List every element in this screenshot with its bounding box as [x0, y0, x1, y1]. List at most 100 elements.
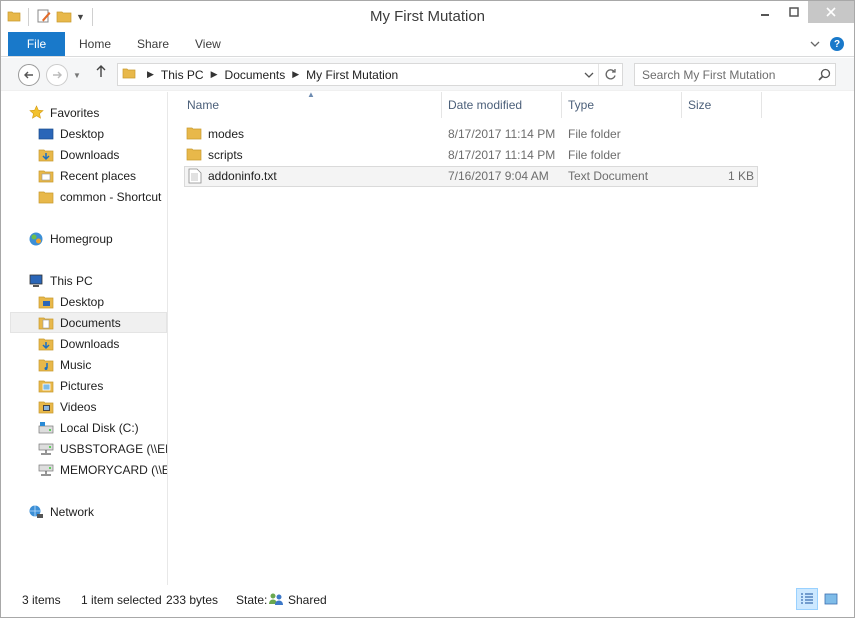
- breadcrumb-documents[interactable]: Documents: [225, 68, 286, 82]
- tab-share[interactable]: Share: [137, 37, 169, 51]
- nav-fav-recent-places[interactable]: Recent places: [10, 165, 167, 186]
- back-arrow-icon: [24, 71, 33, 79]
- tab-file[interactable]: File: [8, 32, 65, 56]
- nav-pc-downloads[interactable]: Downloads: [10, 333, 167, 354]
- status-state-value: Shared: [288, 593, 327, 607]
- address-history-dropdown[interactable]: [580, 64, 598, 85]
- status-selection-size: 233 bytes: [166, 593, 219, 607]
- nav-fav-common-shortcut[interactable]: common - Shortcut: [10, 186, 167, 207]
- minimize-button[interactable]: [750, 1, 779, 23]
- chevron-down-icon: [584, 72, 594, 78]
- breadcrumb: ▶ This PC ▶ Documents ▶ My First Mutatio…: [118, 64, 580, 85]
- column-divider[interactable]: [681, 92, 682, 118]
- large-icons-view-button[interactable]: [820, 588, 842, 610]
- expand-ribbon-icon[interactable]: [810, 37, 820, 51]
- network-drive-icon: [38, 462, 54, 478]
- up-button[interactable]: [95, 64, 107, 81]
- column-divider[interactable]: [761, 92, 762, 118]
- status-state-label: State:: [236, 593, 268, 607]
- videos-folder-icon: [38, 399, 54, 415]
- network-drive-icon: [38, 441, 54, 457]
- file-name: addoninfo.txt: [208, 169, 277, 183]
- address-bar[interactable]: ▶ This PC ▶ Documents ▶ My First Mutatio…: [117, 63, 623, 86]
- recent-places-icon: [38, 168, 54, 184]
- desktop-folder-icon: [38, 294, 54, 310]
- nav-item-label: common - Shortcut: [60, 189, 162, 204]
- nav-pc-local-disk[interactable]: Local Disk (C:): [10, 417, 167, 438]
- refresh-icon: [605, 69, 616, 80]
- maximize-button[interactable]: [779, 1, 808, 23]
- navigation-bar: ▼ ▶ This PC ▶ Documents ▶ My First Mutat…: [1, 58, 854, 91]
- nav-pc-videos[interactable]: Videos: [10, 396, 167, 417]
- nav-item-label: Local Disk (C:): [60, 420, 139, 435]
- column-divider[interactable]: [561, 92, 562, 118]
- nav-network[interactable]: Network: [10, 501, 167, 522]
- back-button[interactable]: [18, 64, 40, 86]
- nav-favorites-label: Favorites: [50, 105, 100, 120]
- nav-item-label: Documents: [60, 315, 121, 330]
- file-date: 8/17/2017 11:14 PM: [448, 148, 556, 162]
- ribbon: File Home Share View ?: [1, 32, 854, 57]
- text-file-icon: [188, 168, 202, 187]
- file-name: scripts: [208, 148, 243, 162]
- search-input[interactable]: [642, 67, 813, 82]
- file-list: ▲ Name Date modified Type Size modes 8/1…: [169, 90, 854, 585]
- desktop-icon: [38, 126, 54, 142]
- breadcrumb-current-folder[interactable]: My First Mutation: [306, 68, 398, 82]
- tab-home[interactable]: Home: [79, 37, 111, 51]
- column-header-name[interactable]: Name: [187, 98, 219, 112]
- folder-shortcut-icon: [38, 189, 54, 205]
- help-icon[interactable]: ?: [830, 37, 844, 51]
- nav-item-label: Downloads: [60, 147, 120, 162]
- nav-pc-desktop[interactable]: Desktop: [10, 291, 167, 312]
- recent-locations-icon[interactable]: ▼: [73, 71, 81, 80]
- view-switcher: [796, 588, 842, 610]
- chevron-right-icon[interactable]: ▶: [147, 69, 154, 80]
- nav-item-label: Desktop: [60, 294, 105, 309]
- chevron-right-icon[interactable]: ▶: [211, 69, 218, 80]
- forward-button[interactable]: [46, 64, 68, 86]
- status-item-count: 3 items: [22, 593, 61, 607]
- nav-item-label: Downloads: [60, 336, 120, 351]
- column-divider[interactable]: [441, 92, 442, 118]
- nav-fav-downloads[interactable]: Downloads: [10, 144, 167, 165]
- downloads-folder-icon: [38, 336, 54, 352]
- status-selection: 1 item selected: [81, 593, 162, 607]
- tab-view[interactable]: View: [195, 37, 221, 51]
- star-icon: [28, 105, 44, 121]
- search-box[interactable]: [634, 63, 836, 86]
- file-row-modes[interactable]: modes 8/17/2017 11:14 PM File folder: [184, 124, 758, 145]
- file-date: 8/17/2017 11:14 PM: [448, 127, 556, 141]
- nav-pc-pictures[interactable]: Pictures: [10, 375, 167, 396]
- network-icon: [28, 504, 44, 520]
- column-header-type[interactable]: Type: [568, 98, 594, 112]
- breadcrumb-this-pc[interactable]: This PC: [161, 68, 204, 82]
- details-view-icon: [801, 593, 813, 604]
- details-view-button[interactable]: [796, 588, 818, 610]
- window-controls: [750, 1, 854, 25]
- nav-pc-usbstorage[interactable]: USBSTORAGE (\\EPS: [10, 438, 167, 459]
- column-header-size[interactable]: Size: [688, 98, 711, 112]
- computer-icon: [28, 273, 44, 289]
- search-icon[interactable]: [813, 68, 835, 81]
- music-folder-icon: [38, 357, 54, 373]
- nav-this-pc[interactable]: This PC: [10, 270, 167, 291]
- nav-pc-memorycard[interactable]: MEMORYCARD (\\EI: [10, 459, 167, 480]
- nav-pc-music[interactable]: Music: [10, 354, 167, 375]
- column-header-date-modified[interactable]: Date modified: [448, 98, 522, 112]
- forward-arrow-icon: [53, 71, 62, 79]
- nav-favorites[interactable]: Favorites: [10, 102, 167, 123]
- file-type: File folder: [568, 148, 621, 162]
- nav-homegroup[interactable]: Homegroup: [10, 228, 167, 249]
- refresh-button[interactable]: [598, 64, 622, 85]
- nav-fav-desktop[interactable]: Desktop: [10, 123, 167, 144]
- folder-icon: [186, 147, 202, 165]
- file-row-scripts[interactable]: scripts 8/17/2017 11:14 PM File folder: [184, 145, 758, 166]
- close-button[interactable]: [808, 1, 854, 23]
- nav-network-label: Network: [50, 504, 95, 519]
- nav-pc-documents[interactable]: Documents: [10, 312, 167, 333]
- nav-homegroup-label: Homegroup: [50, 231, 113, 246]
- file-row-addoninfo[interactable]: addoninfo.txt 7/16/2017 9:04 AM Text Doc…: [184, 166, 758, 187]
- nav-item-label: Music: [60, 357, 92, 372]
- chevron-right-icon[interactable]: ▶: [292, 69, 299, 80]
